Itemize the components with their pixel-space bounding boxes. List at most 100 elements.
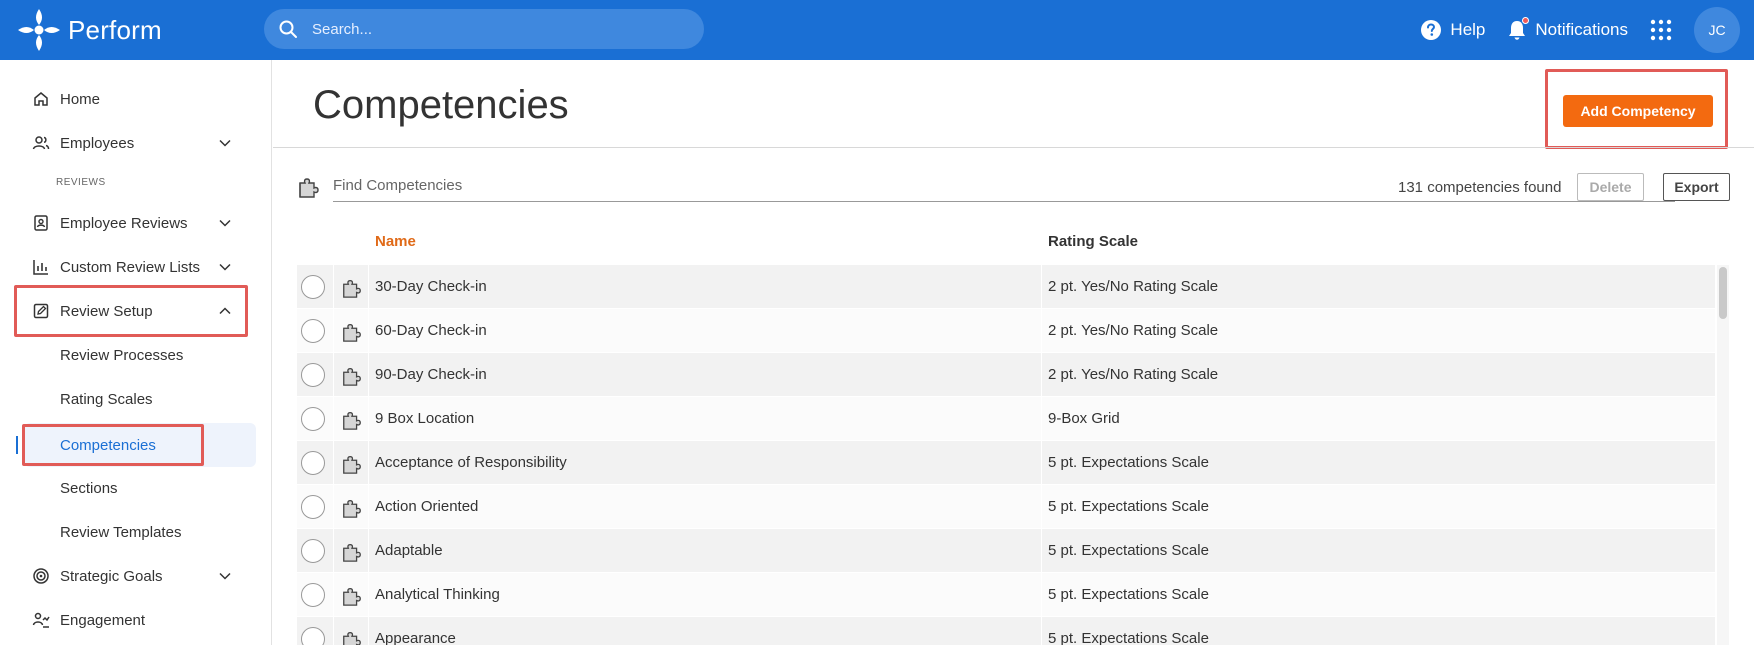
chevron-down-icon	[219, 219, 231, 227]
brand-name: Perform	[68, 14, 162, 45]
rating-scale-value: 5 pt. Expectations Scale	[1048, 586, 1209, 603]
search-input[interactable]	[312, 20, 672, 38]
table-row[interactable]: Appearance 5 pt. Expectations Scale	[297, 617, 1715, 645]
row-select-radio[interactable]	[301, 627, 325, 645]
table-row[interactable]: 60-Day Check-in 2 pt. Yes/No Rating Scale	[297, 309, 1715, 353]
active-item-indicator	[16, 436, 18, 454]
row-select-radio[interactable]	[301, 583, 325, 607]
row-select-radio[interactable]	[301, 407, 325, 431]
competency-name[interactable]: 90-Day Check-in	[375, 366, 487, 383]
table-row[interactable]: 9 Box Location 9-Box Grid	[297, 397, 1715, 441]
puzzle-icon	[343, 587, 361, 606]
puzzle-icon	[343, 367, 361, 386]
highlight-review-setup	[14, 285, 248, 337]
table-row[interactable]: Analytical Thinking 5 pt. Expectations Sc…	[297, 573, 1715, 617]
row-select-radio[interactable]	[301, 275, 325, 299]
sidebar-item-custom-review-lists[interactable]: Custom Review Lists	[32, 252, 242, 282]
cell-divider	[368, 309, 369, 353]
people-icon	[32, 136, 50, 150]
sidebar-item-label: Strategic Goals	[60, 567, 163, 585]
home-icon	[34, 92, 48, 106]
cell-divider	[1041, 265, 1042, 309]
target-icon	[33, 568, 49, 584]
row-select-radio[interactable]	[301, 319, 325, 343]
column-header-rating-scale[interactable]: Rating Scale	[1048, 233, 1138, 250]
rating-scale-value: 5 pt. Expectations Scale	[1048, 498, 1209, 515]
puzzle-icon	[343, 631, 361, 645]
notifications-link[interactable]: Notifications	[1507, 17, 1628, 41]
competency-name[interactable]: 9 Box Location	[375, 410, 474, 427]
cell-divider	[368, 397, 369, 441]
competency-name[interactable]: 60-Day Check-in	[375, 322, 487, 339]
app-grid-icon	[1650, 19, 1672, 41]
engagement-icon	[32, 612, 50, 628]
help-link[interactable]: Help	[1420, 19, 1485, 41]
row-select-radio[interactable]	[301, 363, 325, 387]
results-count: 131 competencies found	[1398, 179, 1562, 196]
sidebar-subitem-review-templates[interactable]: Review Templates	[60, 517, 181, 547]
delete-button[interactable]: Delete	[1577, 173, 1644, 201]
table-row[interactable]: Action Oriented 5 pt. Expectations Scale	[297, 485, 1715, 529]
cell-divider	[1041, 309, 1042, 353]
competency-name[interactable]: Acceptance of Responsibility	[375, 454, 567, 471]
table-scrollbar[interactable]	[1717, 265, 1729, 645]
cell-divider	[1041, 485, 1042, 529]
row-select-radio[interactable]	[301, 451, 325, 475]
competency-name[interactable]: Analytical Thinking	[375, 586, 500, 603]
sidebar-item-home[interactable]: Home	[32, 84, 242, 114]
chevron-down-icon	[219, 139, 231, 147]
notifications-label: Notifications	[1535, 20, 1628, 39]
row-select-radio[interactable]	[301, 495, 325, 519]
table-row[interactable]: Adaptable 5 pt. Expectations Scale	[297, 529, 1715, 573]
sidebar-item-engagement[interactable]: Engagement	[32, 605, 242, 635]
competency-name[interactable]: Action Oriented	[375, 498, 478, 515]
sidebar-item-label: Employee Reviews	[60, 214, 188, 232]
puzzle-icon	[343, 543, 361, 562]
sidebar-item-strategic-goals[interactable]: Strategic Goals	[32, 561, 242, 591]
cell-divider	[333, 309, 334, 353]
cell-divider	[333, 529, 334, 573]
cell-divider	[333, 485, 334, 529]
competency-name[interactable]: 30-Day Check-in	[375, 278, 487, 295]
rating-scale-value: 5 pt. Expectations Scale	[1048, 630, 1209, 645]
cell-divider	[1041, 353, 1042, 397]
scroll-thumb[interactable]	[1719, 267, 1727, 319]
sidebar-subitem-rating-scales[interactable]: Rating Scales	[60, 384, 153, 414]
cell-divider	[368, 573, 369, 617]
cell-divider	[333, 397, 334, 441]
cell-divider	[1041, 441, 1042, 485]
global-search[interactable]	[264, 9, 704, 49]
sidebar-item-label: Engagement	[60, 611, 146, 629]
cell-divider	[368, 441, 369, 485]
export-button[interactable]: Export	[1663, 173, 1730, 201]
page-title: Competencies	[313, 83, 569, 127]
column-header-name[interactable]: Name	[375, 233, 416, 250]
table-row[interactable]: 90-Day Check-in 2 pt. Yes/No Rating Scale	[297, 353, 1715, 397]
cell-divider	[368, 485, 369, 529]
reviews-section-label: REVIEWS	[56, 177, 106, 188]
competency-name[interactable]: Appearance	[375, 630, 456, 645]
cell-divider	[368, 617, 369, 645]
sidebar-subitem-review-processes[interactable]: Review Processes	[60, 340, 183, 370]
sidebar: Home Employees REVIEWS Employee Reviews …	[0, 60, 272, 645]
sidebar-item-employee-reviews[interactable]: Employee Reviews	[32, 208, 242, 238]
cell-divider	[1041, 397, 1042, 441]
sidebar-subitem-sections[interactable]: Sections	[60, 473, 118, 503]
puzzle-icon	[299, 178, 319, 198]
cell-divider	[368, 353, 369, 397]
table-row[interactable]: 30-Day Check-in 2 pt. Yes/No Rating Scale	[297, 265, 1715, 309]
cell-divider	[368, 265, 369, 309]
table-row[interactable]: Acceptance of Responsibility 5 pt. Expect…	[297, 441, 1715, 485]
cell-divider	[1041, 573, 1042, 617]
user-avatar[interactable]: JC	[1694, 7, 1740, 53]
rating-scale-value: 5 pt. Expectations Scale	[1048, 454, 1209, 471]
row-select-radio[interactable]	[301, 539, 325, 563]
sidebar-item-label: Employees	[60, 134, 135, 152]
chevron-down-icon	[219, 263, 231, 271]
highlight-competencies	[22, 424, 204, 466]
competency-name[interactable]: Adaptable	[375, 542, 443, 559]
sidebar-item-employees[interactable]: Employees	[32, 128, 242, 158]
app-launcher-button[interactable]	[1650, 19, 1672, 41]
brand[interactable]: Perform	[16, 6, 162, 54]
puzzle-icon	[343, 323, 361, 342]
